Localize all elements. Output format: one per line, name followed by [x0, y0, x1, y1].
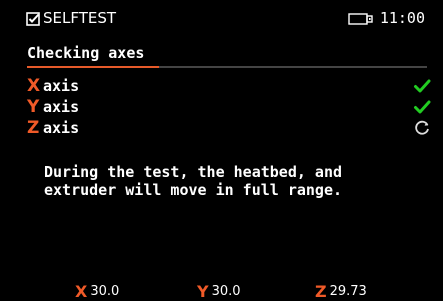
checkbox-icon — [26, 11, 40, 26]
footer-coordinates: X 30.0 Y 30.0 Z 29.73 — [0, 282, 443, 301]
coord-value: 30.0 — [211, 284, 241, 299]
coord-letter: Y — [197, 282, 209, 301]
coord-letter: Z — [315, 282, 327, 301]
axis-label: axis — [43, 119, 80, 137]
header-left: SELFTEST — [26, 9, 116, 27]
header-right: 11:00 — [348, 9, 425, 27]
coord-letter: X — [75, 282, 88, 301]
clock-time: 11:00 — [379, 9, 425, 27]
selftest-screen: SELFTEST 11:00 Checking axes X axis Y ax… — [0, 0, 443, 301]
axis-row-y: Y axis — [27, 97, 431, 117]
axis-letter: Y — [27, 97, 40, 117]
usb-drive-icon — [348, 11, 374, 25]
axis-row-z: Z axis — [27, 118, 431, 138]
coord-y: Y 30.0 — [197, 282, 241, 301]
axis-row-x: X axis — [27, 76, 431, 96]
spinner-icon — [413, 119, 431, 137]
header-title: SELFTEST — [43, 9, 117, 27]
progress-bar — [27, 66, 427, 68]
check-icon — [413, 77, 431, 95]
check-icon — [413, 98, 431, 116]
header-bar: SELFTEST 11:00 — [0, 0, 443, 38]
axis-label: axis — [43, 98, 80, 116]
info-text: During the test, the heatbed, and extrud… — [44, 163, 343, 199]
axis-letter: X — [27, 76, 41, 96]
progress-fill — [27, 66, 159, 68]
page-subtitle: Checking axes — [27, 44, 145, 62]
coord-x: X 30.0 — [75, 282, 119, 301]
coord-z: Z 29.73 — [315, 282, 367, 301]
axis-label: axis — [43, 77, 80, 95]
coord-value: 30.0 — [90, 284, 120, 299]
coord-value: 29.73 — [329, 284, 367, 299]
axis-letter: Z — [27, 118, 40, 138]
